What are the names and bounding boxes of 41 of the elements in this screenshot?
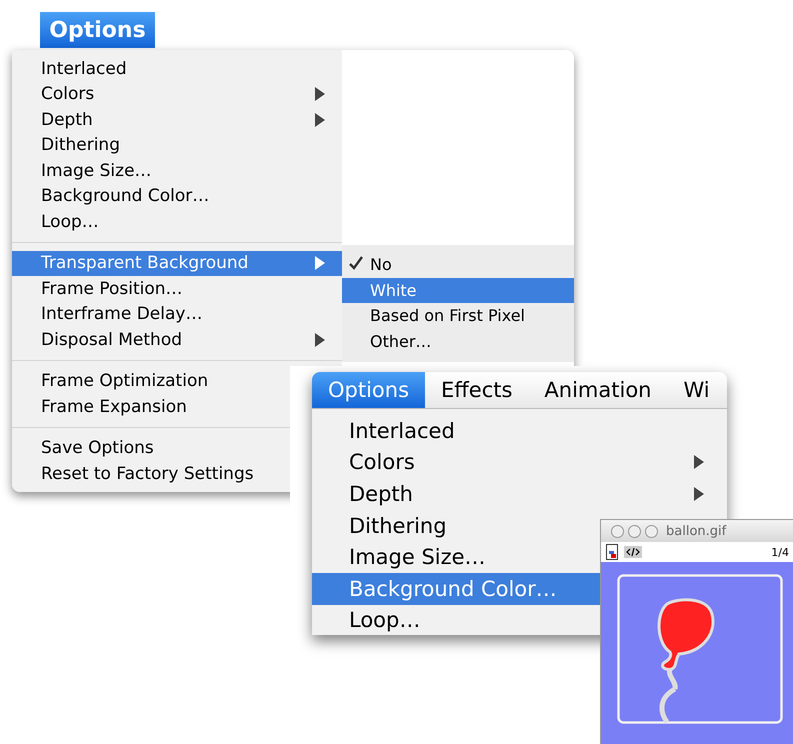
menu-title[interactable]: Options	[40, 12, 155, 48]
submenu-arrow-icon	[314, 256, 326, 270]
menu-item[interactable]: Interlaced	[312, 415, 727, 447]
document-icon[interactable]	[606, 544, 618, 560]
submenu-item[interactable]: Based on First Pixel	[342, 303, 574, 328]
menu-item[interactable]: Dithering	[312, 510, 600, 542]
submenu-arrow-icon	[693, 455, 705, 470]
menu-item[interactable]: Loop…	[312, 604, 600, 635]
menu-bar-item[interactable]: Effects	[425, 372, 528, 408]
menu-bar-item[interactable]: Animation	[528, 372, 668, 408]
menu-item[interactable]: Colors	[312, 446, 727, 478]
submenu-arrow-icon	[314, 112, 326, 127]
menu-bar-item[interactable]: Wi	[667, 372, 726, 408]
menu-item[interactable]: Image Size…	[312, 541, 600, 573]
menu-item[interactable]: Dithering	[12, 132, 342, 158]
menu-item[interactable]: Loop…	[12, 209, 342, 234]
menu-item[interactable]: Disposal Method	[12, 327, 342, 352]
checkmark-icon	[348, 256, 364, 270]
menu-item[interactable]: Depth	[12, 107, 342, 132]
menu-bar-item[interactable]: Options	[312, 372, 426, 408]
window-button-icon[interactable]	[611, 524, 624, 538]
menu-item[interactable]: Interframe Delay…	[12, 302, 342, 327]
menu-item[interactable]: Interlaced	[12, 56, 342, 82]
submenu-item[interactable]: No	[342, 252, 574, 278]
menu-item[interactable]: Background Color…	[312, 572, 600, 605]
submenu-arrow-icon	[314, 332, 326, 347]
window-button-icon[interactable]	[645, 524, 658, 538]
menu-item[interactable]: Frame Position…	[12, 276, 342, 302]
frame-counter: 1/4	[771, 546, 789, 558]
window-button-icon[interactable]	[628, 524, 641, 538]
menu-item[interactable]: Colors	[12, 82, 342, 107]
menu-item[interactable]: Background Color…	[12, 184, 342, 209]
window-title: ballon.gif	[666, 524, 726, 538]
submenu-arrow-icon	[693, 486, 705, 501]
menu-item[interactable]: Depth	[312, 478, 727, 510]
submenu-arrow-icon	[314, 87, 326, 102]
code-icon[interactable]	[624, 546, 642, 558]
submenu-item[interactable]: Other…	[342, 328, 574, 354]
menu-item[interactable]: Image Size…	[12, 158, 342, 184]
submenu-item[interactable]: White	[342, 278, 574, 303]
menu-item[interactable]: Transparent Background	[12, 250, 342, 276]
